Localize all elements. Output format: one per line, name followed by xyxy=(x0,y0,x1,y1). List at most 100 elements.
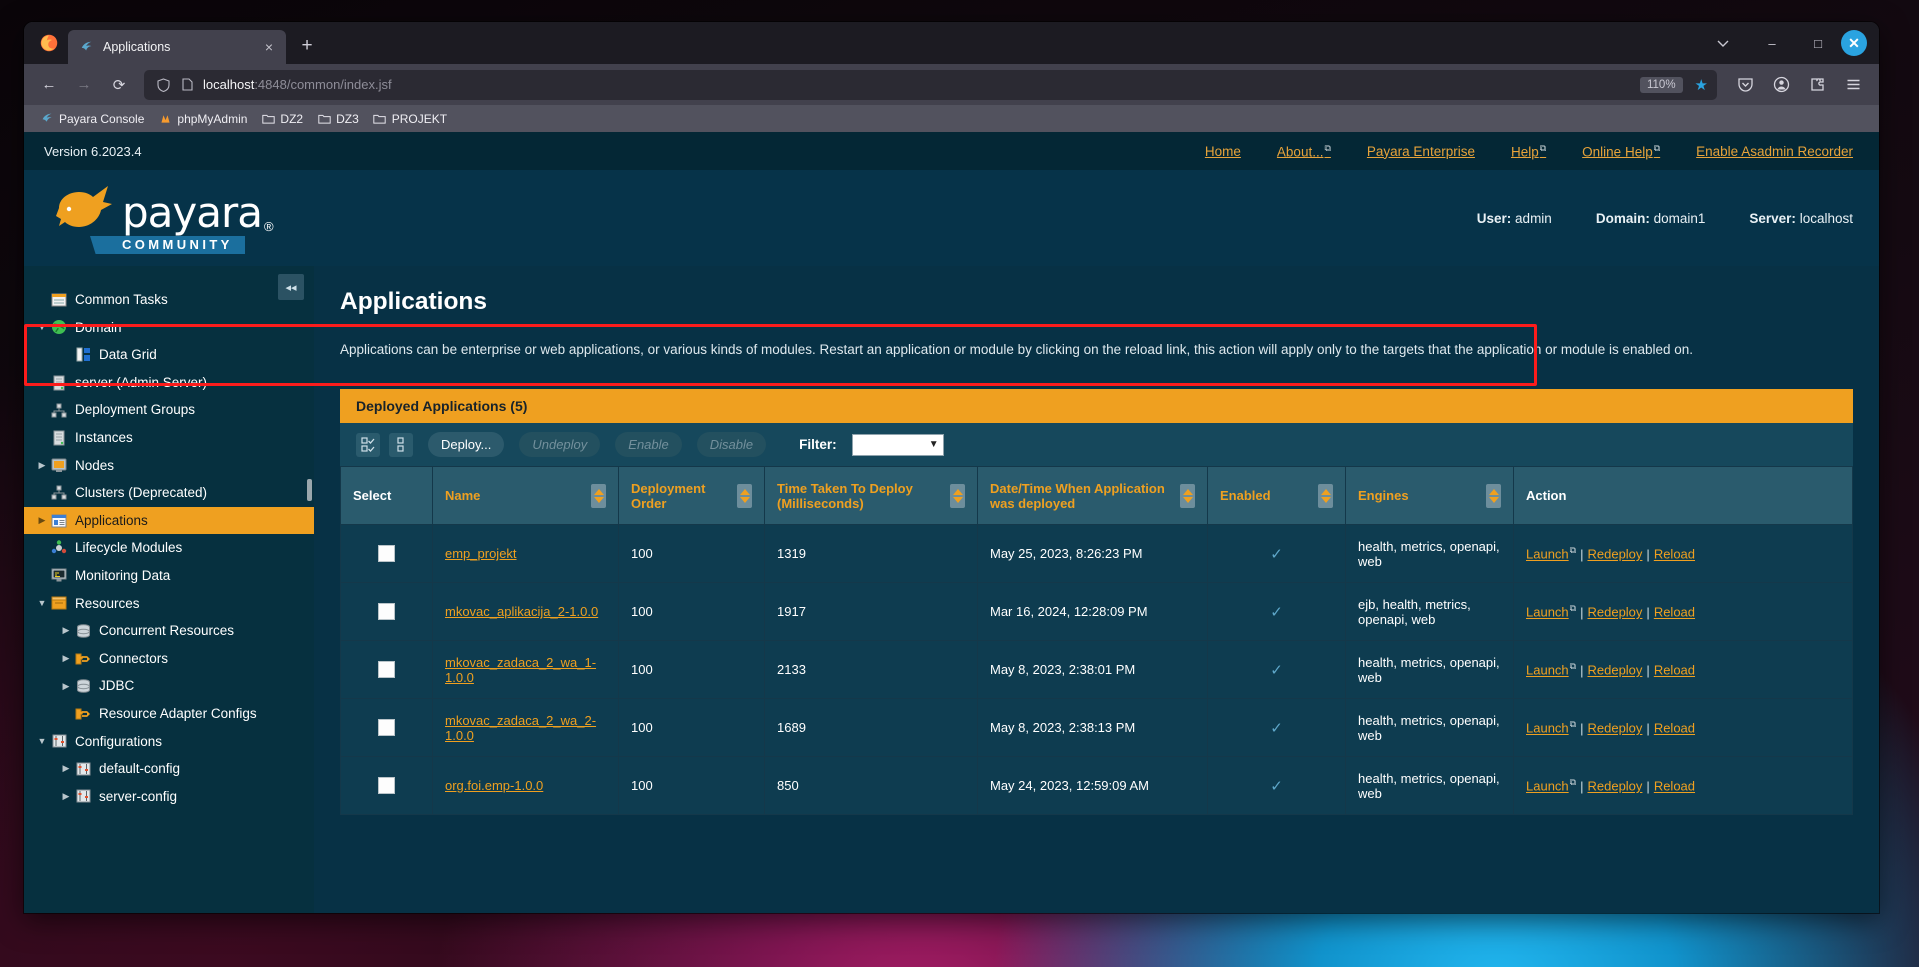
sort-toggle-icon[interactable] xyxy=(950,483,965,508)
redeploy-link[interactable]: Redeploy xyxy=(1587,605,1642,620)
application-name-link[interactable]: org.foi.emp-1.0.0 xyxy=(445,778,543,793)
tree-toggle-icon[interactable]: ▶ xyxy=(34,460,50,471)
sidebar-item-resources[interactable]: ▼ Resources xyxy=(24,590,314,618)
redeploy-link[interactable]: Redeploy xyxy=(1587,663,1642,678)
minimize-button[interactable]: – xyxy=(1749,22,1795,64)
tree-toggle-icon[interactable]: ▼ xyxy=(34,598,50,608)
reload-button[interactable]: ⟳ xyxy=(103,70,135,100)
forward-button[interactable]: → xyxy=(68,70,100,100)
tree-toggle-icon[interactable]: ▼ xyxy=(34,322,50,332)
row-select-cell[interactable] xyxy=(340,524,433,583)
reload-link[interactable]: Reload xyxy=(1654,605,1695,620)
sidebar-item-connectors[interactable]: ▶ Connectors xyxy=(24,645,314,673)
topnav-link-home[interactable]: Home xyxy=(1205,144,1241,159)
reload-link[interactable]: Reload xyxy=(1654,721,1695,736)
column-header-date-time-when-application-was-deployed[interactable]: Date/Time When Application was deployed xyxy=(977,466,1208,525)
column-header-engines[interactable]: Engines xyxy=(1345,466,1514,525)
bookmark-item-payara-console[interactable]: Payara Console xyxy=(34,110,150,128)
column-header-deployment-order[interactable]: Deployment Order xyxy=(618,466,765,525)
sidebar-item-instances[interactable]: Instances xyxy=(24,424,314,452)
sidebar-item-common-tasks[interactable]: Common Tasks xyxy=(24,286,314,314)
close-window-button[interactable]: ✕ xyxy=(1841,30,1867,56)
zoom-level-badge[interactable]: 110% xyxy=(1639,76,1683,93)
row-select-cell[interactable] xyxy=(340,640,433,699)
reload-link[interactable]: Reload xyxy=(1654,547,1695,562)
sidebar-item-server-admin-server[interactable]: server (Admin Server) xyxy=(24,369,314,397)
row-checkbox[interactable] xyxy=(378,603,395,621)
bookmark-item-dz2[interactable]: DZ2 xyxy=(255,110,309,128)
row-checkbox[interactable] xyxy=(378,661,395,679)
column-header-name[interactable]: Name xyxy=(432,466,619,525)
sort-toggle-icon[interactable] xyxy=(1486,483,1501,508)
app-menu-icon[interactable] xyxy=(1836,70,1870,100)
bookmark-item-projekt[interactable]: PROJEKT xyxy=(367,110,453,128)
maximize-button[interactable]: □ xyxy=(1795,22,1841,64)
topnav-link-payara-enterprise[interactable]: Payara Enterprise xyxy=(1367,144,1475,159)
row-checkbox[interactable] xyxy=(378,777,395,795)
tree-toggle-icon[interactable]: ▶ xyxy=(58,653,74,664)
sidebar-item-concurrent-resources[interactable]: ▶ Concurrent Resources xyxy=(24,617,314,645)
reload-link[interactable]: Reload xyxy=(1654,779,1695,794)
redeploy-link[interactable]: Redeploy xyxy=(1587,779,1642,794)
select-none-icon[interactable] xyxy=(389,432,413,457)
deploy-button[interactable]: Deploy... xyxy=(428,432,505,457)
sidebar-item-nodes[interactable]: ▶ Nodes xyxy=(24,452,314,480)
redeploy-link[interactable]: Redeploy xyxy=(1587,547,1642,562)
row-select-cell[interactable] xyxy=(340,582,433,641)
sort-toggle-icon[interactable] xyxy=(1180,483,1195,508)
launch-link[interactable]: Launch xyxy=(1526,779,1569,794)
bookmark-item-dz3[interactable]: DZ3 xyxy=(311,110,365,128)
topnav-link-online-help[interactable]: Online Help⧉ xyxy=(1582,143,1660,160)
bookmark-star-icon[interactable]: ★ xyxy=(1695,76,1710,94)
pocket-icon[interactable] xyxy=(1728,70,1762,100)
reload-link[interactable]: Reload xyxy=(1654,663,1695,678)
sidebar-item-applications[interactable]: ▶ Applications xyxy=(24,506,314,535)
account-icon[interactable] xyxy=(1764,70,1798,100)
sidebar-item-resource-adapter-configs[interactable]: Resource Adapter Configs xyxy=(24,700,314,728)
sidebar-item-lifecycle-modules[interactable]: Lifecycle Modules xyxy=(24,534,314,562)
launch-link[interactable]: Launch xyxy=(1526,663,1569,678)
application-name-link[interactable]: mkovac_zadaca_2_wa_2-1.0.0 xyxy=(445,713,596,743)
sidebar-item-server-config[interactable]: ▶ server-config xyxy=(24,783,314,811)
tree-toggle-icon[interactable]: ▶ xyxy=(58,625,74,636)
application-name-link[interactable]: mkovac_aplikacija_2-1.0.0 xyxy=(445,604,598,619)
topnav-link-about[interactable]: About...⧉ xyxy=(1277,143,1331,160)
sidebar-item-domain[interactable]: ▼ Domain xyxy=(24,314,314,342)
row-checkbox[interactable] xyxy=(378,719,395,737)
tab-close-icon[interactable]: × xyxy=(260,38,278,56)
tree-toggle-icon[interactable]: ▼ xyxy=(34,736,50,746)
list-all-tabs-icon[interactable] xyxy=(1697,22,1749,64)
sidebar-item-clusters-deprecated[interactable]: Clusters (Deprecated) xyxy=(24,479,314,507)
tree-toggle-icon[interactable]: ▶ xyxy=(58,763,74,774)
sort-toggle-icon[interactable] xyxy=(591,483,606,508)
topnav-link-enable-asadmin-recorder[interactable]: Enable Asadmin Recorder xyxy=(1696,144,1853,159)
back-button[interactable]: ← xyxy=(33,70,65,100)
sidebar-item-configurations[interactable]: ▼ Configurations xyxy=(24,728,314,756)
sidebar-item-data-grid[interactable]: Data Grid xyxy=(24,341,314,369)
address-bar[interactable]: localhost:4848/common/index.jsf 110% ★ xyxy=(144,69,1717,100)
tree-toggle-icon[interactable]: ▶ xyxy=(58,791,74,802)
row-select-cell[interactable] xyxy=(340,698,433,757)
extensions-icon[interactable] xyxy=(1800,70,1834,100)
filter-select[interactable]: ▼ xyxy=(851,433,944,456)
launch-link[interactable]: Launch xyxy=(1526,605,1569,620)
collapse-sidebar-button[interactable]: ◂◂ xyxy=(278,274,304,300)
sort-toggle-icon[interactable] xyxy=(1318,483,1333,508)
tree-toggle-icon[interactable]: ▶ xyxy=(34,515,50,526)
sort-toggle-icon[interactable] xyxy=(737,483,752,508)
page-info-icon[interactable] xyxy=(179,77,195,93)
shield-icon[interactable] xyxy=(155,77,171,93)
new-tab-button[interactable]: + xyxy=(292,32,322,62)
launch-link[interactable]: Launch xyxy=(1526,547,1569,562)
column-header-enabled[interactable]: Enabled xyxy=(1207,466,1346,525)
sidebar-scrollbar[interactable] xyxy=(307,479,312,501)
sidebar-item-monitoring-data[interactable]: Monitoring Data xyxy=(24,562,314,590)
sidebar-item-deployment-groups[interactable]: Deployment Groups xyxy=(24,396,314,424)
column-header-time-taken-to-deploy-milliseconds[interactable]: Time Taken To Deploy (Milliseconds) xyxy=(764,466,978,525)
select-all-icon[interactable] xyxy=(356,432,380,457)
application-name-link[interactable]: mkovac_zadaca_2_wa_1-1.0.0 xyxy=(445,655,596,685)
sidebar-item-default-config[interactable]: ▶ default-config xyxy=(24,755,314,783)
row-select-cell[interactable] xyxy=(340,756,433,815)
browser-tab[interactable]: Applications × xyxy=(68,30,286,64)
application-name-link[interactable]: emp_projekt xyxy=(445,546,517,561)
